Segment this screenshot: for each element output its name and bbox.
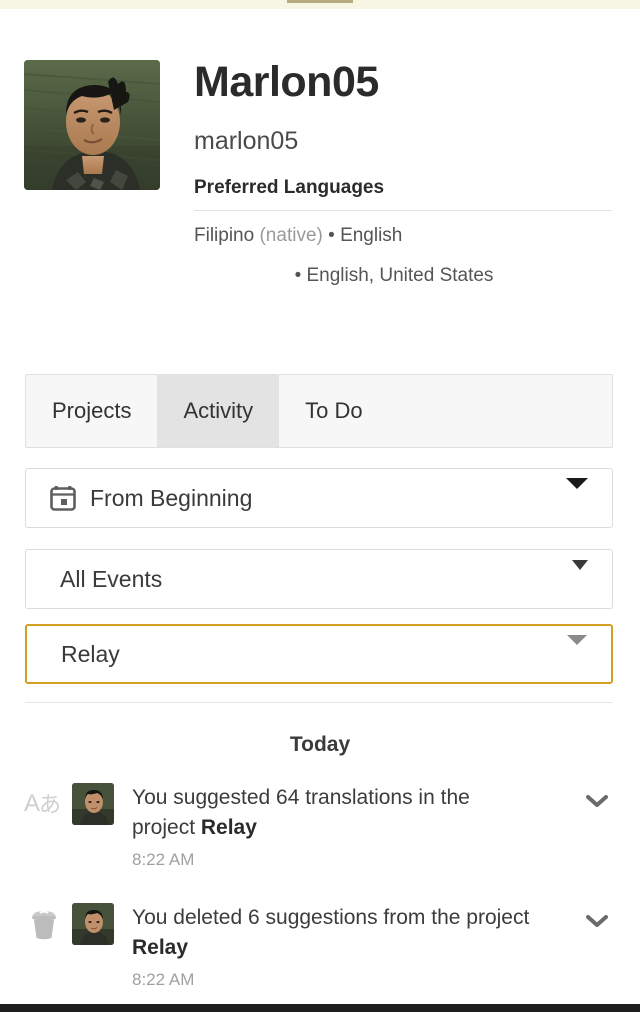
translate-icon: A あ [22, 783, 66, 817]
top-accent-strip [0, 0, 640, 9]
activity-avatar [72, 783, 114, 825]
top-progress-bar [287, 0, 353, 3]
language-native-tag: (native) [259, 225, 323, 246]
activity-text: You deleted 6 suggestions from the proje… [132, 906, 529, 959]
activity-body: You deleted 6 suggestions from the proje… [132, 903, 532, 990]
bottom-system-bar [0, 1004, 640, 1012]
activity-avatar [72, 903, 114, 945]
chevron-down-icon[interactable] [582, 911, 612, 936]
chevron-down-icon [567, 635, 587, 663]
profile-tabs: Projects Activity To Do [25, 374, 613, 448]
preferred-languages-divider [194, 210, 612, 211]
date-range-value: From Beginning [90, 484, 253, 511]
activity-text: You suggested 64 translations in the pro… [132, 786, 470, 839]
svg-text:A: A [24, 790, 40, 817]
language-english: English [340, 225, 403, 246]
profile-text-block: Marlon05 marlon05 Preferred Languages Fi… [194, 56, 614, 289]
feed-day-header: Today [289, 733, 351, 756]
language-filipino: Filipino [194, 225, 255, 246]
preferred-languages-heading: Preferred Languages [194, 177, 385, 198]
preferred-languages-line-2: • English, United States [294, 265, 494, 286]
tab-activity[interactable]: Activity [157, 375, 280, 447]
activity-project-name: Relay [200, 816, 257, 839]
preferred-languages-line-1: Filipino (native) • English [194, 223, 614, 249]
trash-icon [22, 903, 66, 941]
tab-todo[interactable]: To Do [279, 375, 389, 447]
activity-time: 8:22 AM [132, 970, 195, 989]
project-value: Relay [61, 640, 120, 667]
event-type-select[interactable]: All Events [25, 549, 613, 609]
activity-body: You suggested 64 translations in the pro… [132, 783, 532, 870]
page-title: Marlon05 [194, 58, 379, 106]
date-range-select[interactable]: From Beginning [25, 468, 613, 528]
activity-text-prefix: You suggested 64 translations in the pro… [132, 786, 470, 839]
activity-project-name: Relay [132, 936, 189, 959]
activity-item[interactable]: A あ You suggested 64 translations in the… [0, 783, 640, 870]
calendar-icon [50, 485, 76, 511]
feed-divider [25, 702, 613, 703]
project-select[interactable]: Relay [25, 624, 613, 684]
chevron-down-icon[interactable] [582, 791, 612, 816]
activity-text-prefix: You deleted 6 suggestions from the proje… [132, 906, 530, 929]
language-bullet-separator: • [328, 225, 335, 246]
profile-username: marlon05 [194, 127, 299, 155]
tab-projects[interactable]: Projects [26, 375, 158, 447]
event-type-value: All Events [60, 565, 163, 592]
profile-avatar [24, 60, 160, 190]
chevron-down-icon [572, 560, 588, 588]
chevron-down-icon [566, 478, 588, 507]
svg-text:あ: あ [39, 793, 61, 817]
activity-item[interactable]: You deleted 6 suggestions from the proje… [0, 903, 640, 990]
activity-time: 8:22 AM [132, 850, 195, 869]
